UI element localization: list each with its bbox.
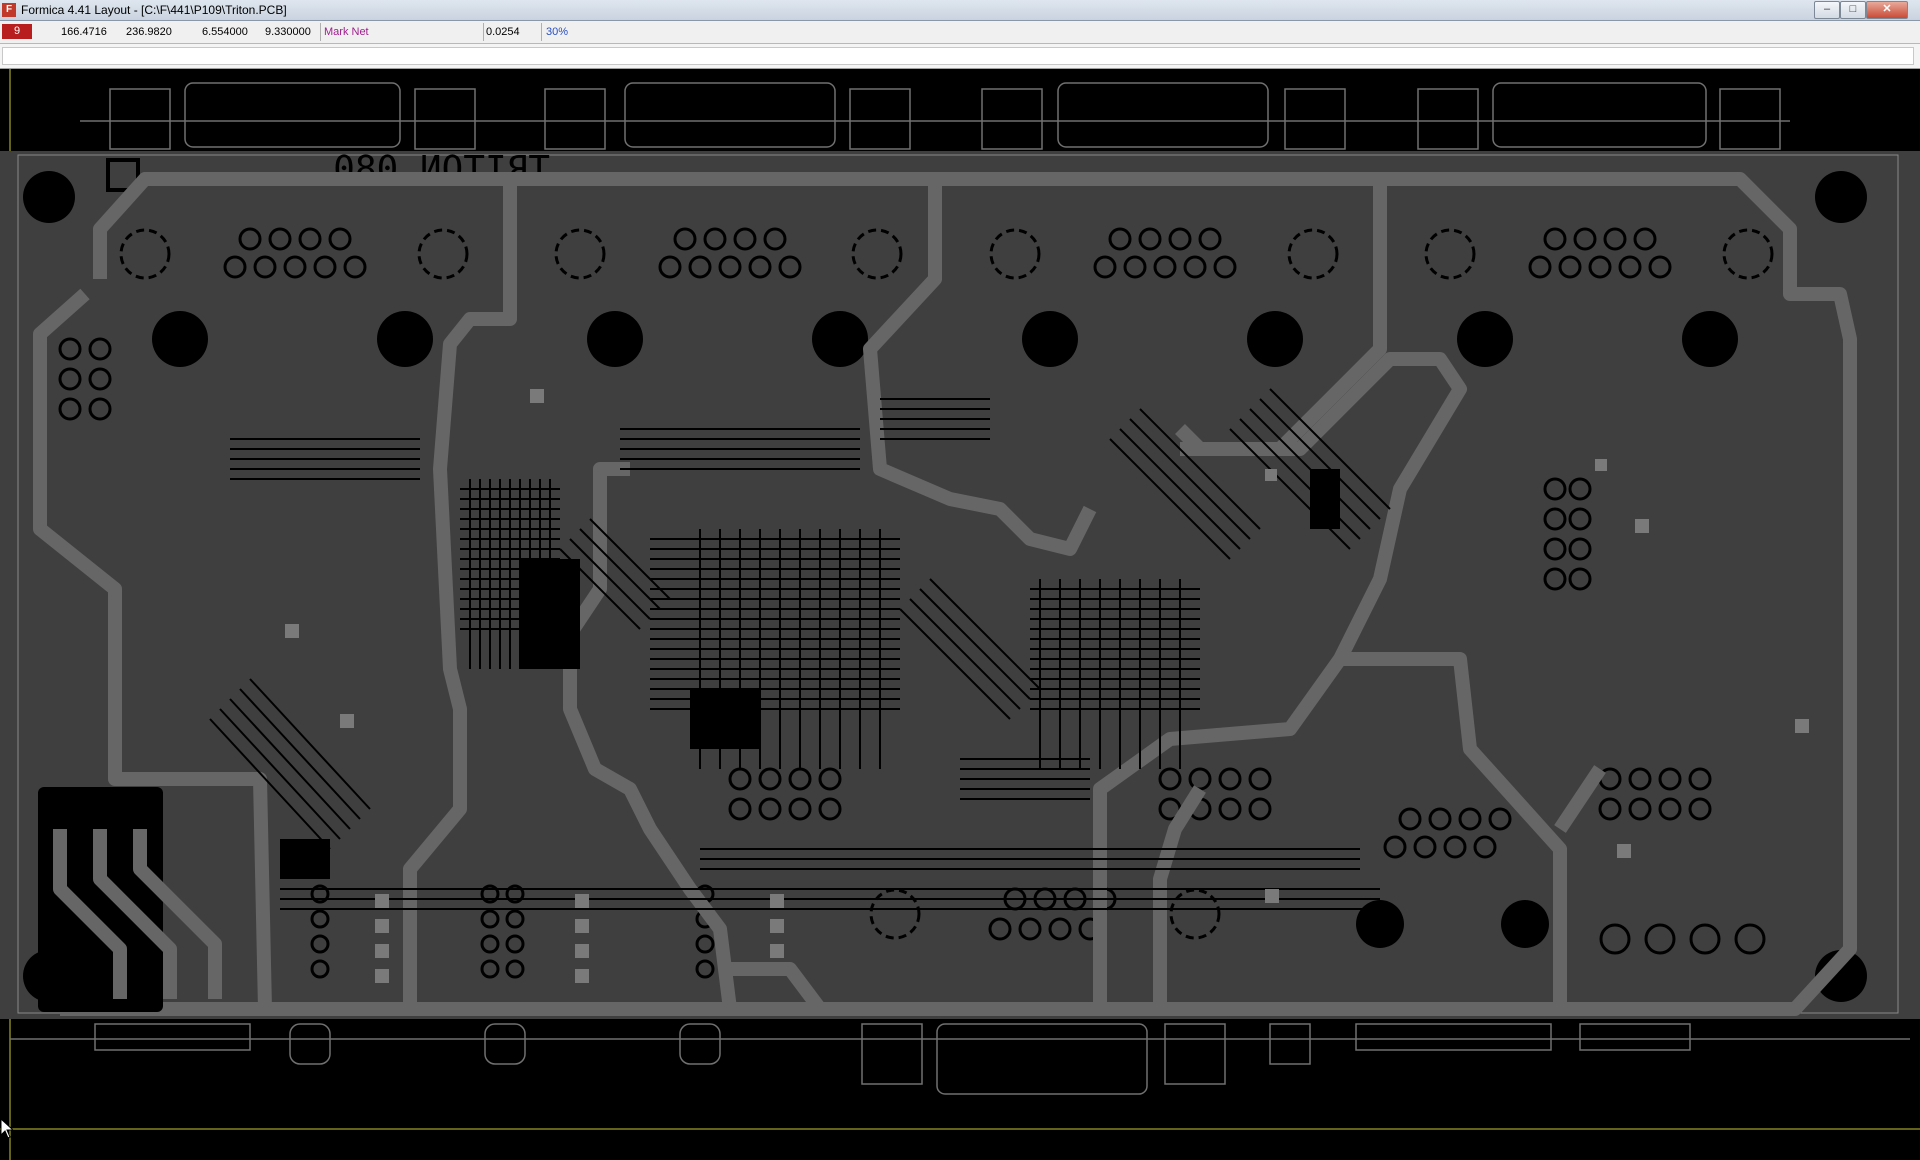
- status-bar: 9 166.4716 236.9820 6.554000 9.330000 Ma…: [0, 21, 1920, 44]
- mode-readout: Mark Net: [324, 26, 369, 38]
- status-separator: [320, 23, 321, 41]
- status-separator: [483, 23, 484, 41]
- close-button[interactable]: ✕: [1866, 1, 1908, 19]
- zoom-readout: 30%: [546, 26, 569, 38]
- pcb-drawing[interactable]: TRITON 080: [0, 69, 1920, 1160]
- top-connector-outlines: [80, 82, 1790, 150]
- mouse-pointer-icon: [0, 1118, 15, 1139]
- dy-readout: 9.330000: [265, 26, 311, 38]
- formica-app-icon[interactable]: F: [2, 3, 16, 17]
- pcb-canvas[interactable]: TRITON 080: [0, 69, 1920, 1160]
- minimize-button[interactable]: –: [1814, 1, 1840, 19]
- grid-readout: 0.0254: [486, 26, 520, 38]
- window-title: Formica 4.41 Layout - [C:\F\441\P109\Tri…: [21, 3, 287, 17]
- status-separator: [541, 23, 542, 41]
- cursor-x-readout: 166.4716: [61, 26, 107, 38]
- cursor-y-readout: 236.9820: [126, 26, 172, 38]
- command-input[interactable]: [2, 47, 1914, 65]
- window-titlebar: F Formica 4.41 Layout - [C:\F\441\P109\T…: [0, 0, 1920, 21]
- command-bar: [0, 44, 1920, 69]
- maximize-button[interactable]: □: [1840, 1, 1866, 19]
- bottom-connector-outlines: [10, 1023, 1910, 1095]
- dx-readout: 6.554000: [202, 26, 248, 38]
- layer-indicator[interactable]: 9: [2, 24, 32, 39]
